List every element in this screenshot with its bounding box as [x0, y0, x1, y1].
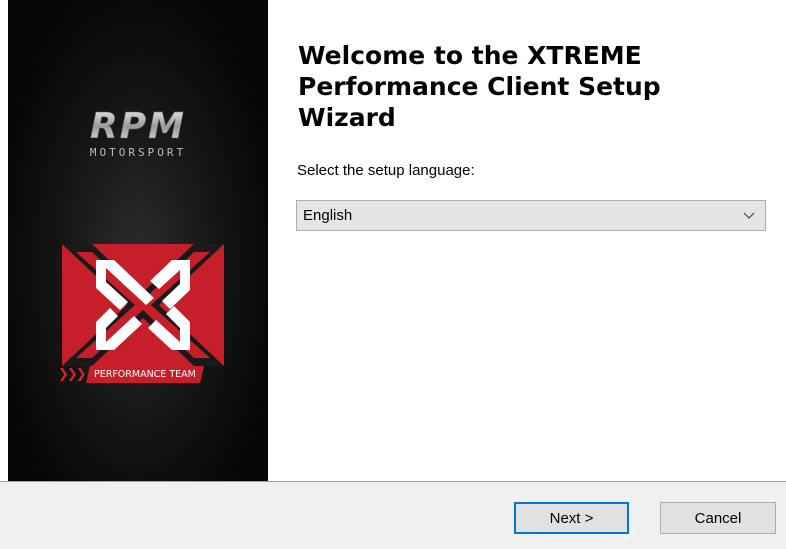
- rpm-motorsport-logo: RPM MOTORSPORT: [90, 106, 186, 159]
- language-selected-value: English: [303, 207, 353, 224]
- setup-wizard-window: RPM MOTORSPORT ❯❯❯ PERFORMANCE TEAM Welc…: [0, 0, 786, 549]
- language-prompt-label: Select the setup language:: [297, 162, 475, 179]
- page-title: Welcome to the XTREME Performance Client…: [298, 41, 661, 132]
- chevron-down-icon: [743, 212, 755, 219]
- branding-side-panel: RPM MOTORSPORT ❯❯❯ PERFORMANCE TEAM: [8, 0, 268, 481]
- performance-team-banner: ❯❯❯ PERFORMANCE TEAM: [58, 364, 226, 384]
- cancel-button[interactable]: Cancel: [660, 502, 776, 534]
- next-button[interactable]: Next >: [514, 502, 629, 534]
- language-dropdown[interactable]: English: [296, 200, 766, 231]
- xtreme-x-logo: [62, 244, 224, 366]
- chevrons-icon: ❯❯❯: [58, 366, 87, 382]
- motorsport-subtext: MOTORSPORT: [90, 146, 186, 159]
- rpm-wordmark: RPM: [90, 106, 186, 147]
- performance-team-label: PERFORMANCE TEAM: [85, 365, 204, 383]
